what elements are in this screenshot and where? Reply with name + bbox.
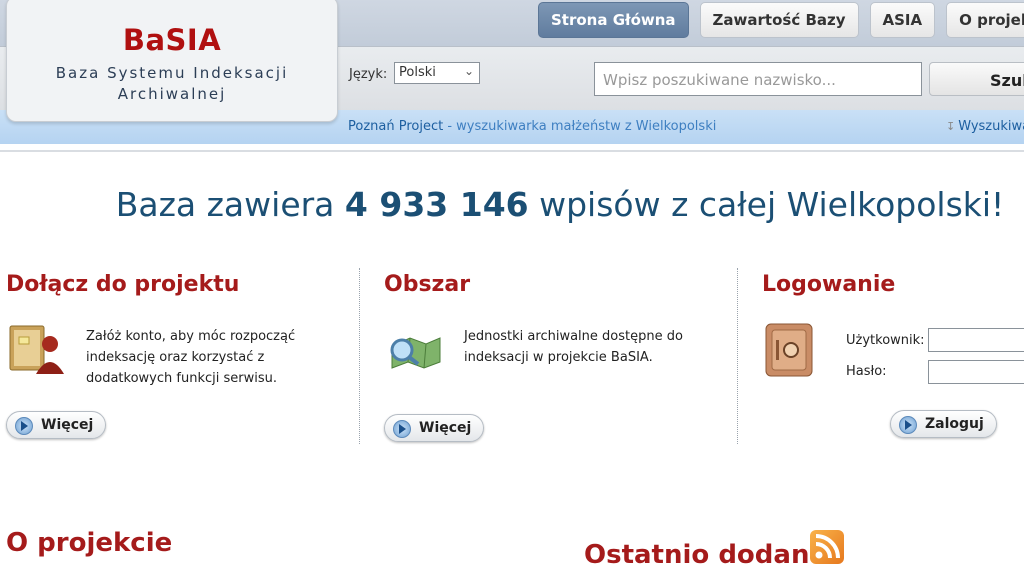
map-magnifier-icon xyxy=(390,337,441,369)
join-project-panel: Dołącz do projektu Załóż konto, aby móc … xyxy=(6,268,356,444)
area-description: Jednostki archiwalne dostępne do indeksa… xyxy=(464,329,683,365)
login-button-label: Zaloguj xyxy=(925,416,984,432)
logo-title: BaSIA xyxy=(122,23,222,57)
user-folder-icon xyxy=(9,325,64,374)
site-header: BaSIA Baza Systemu Indeksacji Archiwalne… xyxy=(0,0,1024,144)
area-title: Obszar xyxy=(384,272,471,297)
search-link-icon: ↧ xyxy=(946,120,956,133)
join-title: Dołącz do projektu xyxy=(6,272,240,297)
username-label: Użytkownik: xyxy=(846,333,925,348)
poznan-project-desc: - wyszukiwarka małżeństw z Wielkopolski xyxy=(443,119,717,134)
nav-about[interactable]: O projekcie xyxy=(946,2,1024,38)
nav-asia[interactable]: ASIA xyxy=(869,2,936,38)
login-panel: Logowanie Użytkownik: Hasło: Zaloguj xyxy=(762,268,1024,444)
join-more-label: Więcej xyxy=(41,417,94,433)
main-nav: Strona Główna Zawartość Bazy ASIA O proj… xyxy=(538,2,1024,38)
join-description: Załóż konto, aby móc rozpocząć indeksacj… xyxy=(86,329,296,386)
header-divider xyxy=(0,150,1024,152)
column-divider-1 xyxy=(359,268,360,444)
site-logo[interactable]: BaSIA Baza Systemu Indeksacji Archiwalne… xyxy=(6,0,338,122)
column-divider-2 xyxy=(737,268,738,444)
nav-database-content[interactable]: Zawartość Bazy xyxy=(699,2,859,38)
play-icon xyxy=(393,420,411,438)
records-headline: Baza zawiera 4 933 146 wpisów z całej Wi… xyxy=(0,185,1024,224)
rss-waves xyxy=(815,534,840,559)
username-input[interactable] xyxy=(928,328,1024,352)
language-label: Język: xyxy=(349,67,388,82)
poznan-project-link[interactable]: Poznań Project - wyszukiwarka małżeństw … xyxy=(348,119,716,134)
search-link-label: Wyszukiwanie xyxy=(958,119,1024,134)
password-input[interactable] xyxy=(928,360,1024,384)
play-icon xyxy=(899,416,917,434)
records-count: 4 933 146 xyxy=(344,185,529,224)
area-more-button[interactable]: Więcej xyxy=(384,414,485,442)
password-label: Hasło: xyxy=(846,364,887,379)
about-section-title: O projekcie xyxy=(6,528,173,558)
play-icon xyxy=(15,417,33,435)
headline-prefix: Baza zawiera xyxy=(115,185,345,224)
search-link[interactable]: ↧Wyszukiwanie xyxy=(946,119,1024,134)
join-more-button[interactable]: Więcej xyxy=(6,411,107,439)
headline-suffix: wpisów z całej Wielkopolski! xyxy=(528,185,1005,224)
login-button[interactable]: Zaloguj xyxy=(890,410,997,438)
search-button[interactable]: Szukaj xyxy=(929,62,1024,96)
recent-section-title: Ostatnio dodane xyxy=(584,540,828,570)
poznan-project-name: Poznań Project xyxy=(348,119,444,134)
logo-subtitle: Baza Systemu Indeksacji Archiwalnej xyxy=(55,64,289,103)
login-title: Logowanie xyxy=(762,272,896,297)
language-select[interactable]: Polski ⌄ xyxy=(394,62,480,84)
chevron-down-icon: ⌄ xyxy=(463,64,474,78)
area-more-label: Więcej xyxy=(419,420,472,436)
surname-search-input[interactable]: Wpisz poszukiwane nazwisko... xyxy=(594,62,922,96)
nav-home[interactable]: Strona Główna xyxy=(538,2,689,38)
search-placeholder: Wpisz poszukiwane nazwisko... xyxy=(603,71,836,89)
area-panel: Obszar Jednostki archiwalne dostępne do … xyxy=(384,268,734,444)
safe-icon xyxy=(765,323,813,377)
rss-icon[interactable] xyxy=(810,530,844,564)
language-value: Polski xyxy=(399,65,436,80)
